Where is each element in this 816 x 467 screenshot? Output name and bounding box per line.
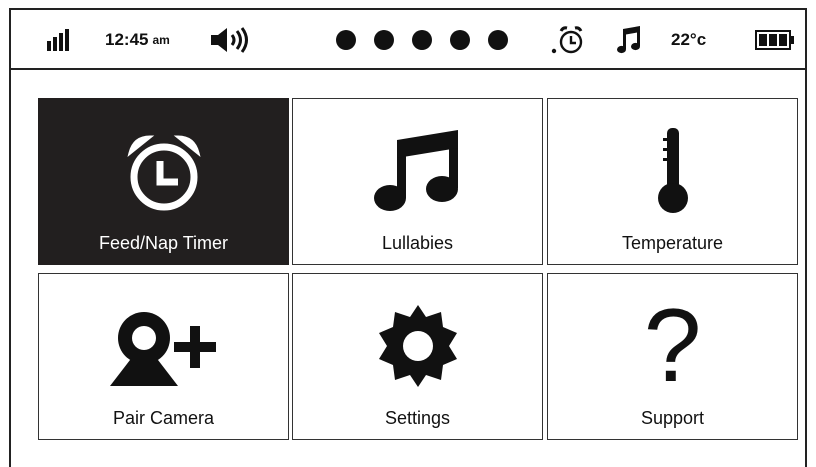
tile-lullabies[interactable]: Lullabies: [292, 98, 543, 265]
tile-label: Feed/Nap Timer: [98, 233, 229, 253]
time-value: 12:45: [105, 30, 149, 49]
battery-full-icon: [755, 10, 795, 70]
main-menu-grid: Feed/Nap Timer Lullabies Temperature Pai…: [28, 88, 798, 440]
temperature-readout: 22°c: [671, 30, 707, 49]
page-dot[interactable]: [450, 30, 470, 50]
time-ampm: am: [152, 33, 170, 47]
tile-pair-camera[interactable]: Pair Camera: [38, 273, 289, 440]
tile-support[interactable]: ? Support: [547, 273, 798, 440]
tile-label: Support: [640, 408, 705, 428]
tile-label: Lullabies: [381, 233, 454, 253]
clock-time: 12:45 am: [105, 10, 170, 70]
page-dot[interactable]: [488, 30, 508, 50]
tile-settings[interactable]: Settings: [292, 273, 543, 440]
signal-bars-icon: [47, 10, 69, 70]
camera-add-icon: [39, 296, 288, 396]
thermometer-icon: [548, 121, 797, 221]
gear-icon: [293, 296, 542, 396]
page-dot[interactable]: [412, 30, 432, 50]
page-dot[interactable]: [336, 30, 356, 50]
question-mark-icon: ?: [643, 288, 702, 404]
music-notes-icon: [293, 121, 542, 221]
tile-temperature[interactable]: Temperature: [547, 98, 798, 265]
tile-feed-nap-timer[interactable]: Feed/Nap Timer: [38, 98, 289, 265]
music-note-icon: [617, 10, 643, 70]
tile-label: Settings: [384, 408, 451, 428]
status-bar: 12:45 am 22°c: [11, 10, 805, 70]
page-indicator: [336, 10, 508, 70]
speaker-icon[interactable]: [211, 10, 251, 70]
tile-label: Temperature: [621, 233, 724, 253]
tile-label: Pair Camera: [112, 408, 215, 428]
alarm-clock-icon: [39, 121, 288, 221]
alarm-clock-icon: [551, 10, 585, 70]
page-dot[interactable]: [374, 30, 394, 50]
